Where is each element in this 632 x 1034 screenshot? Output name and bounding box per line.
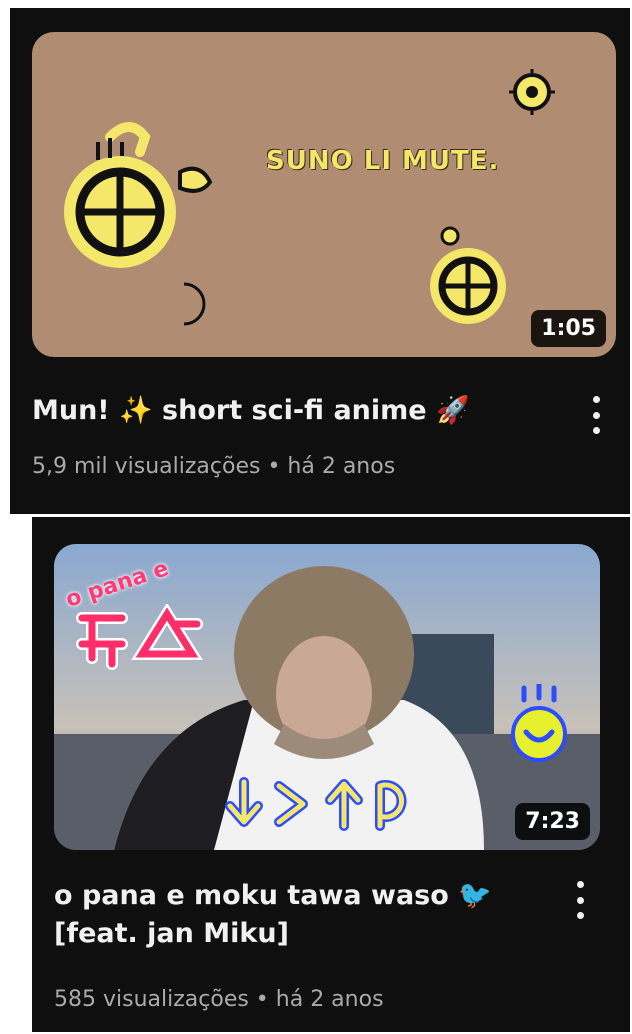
video-title[interactable]: o pana e moku tawa waso 🐦 [feat. jan Mik… (54, 877, 544, 953)
video-duration-badge: 7:23 (515, 803, 590, 840)
moon-icon (183, 282, 206, 326)
sitelen-glyph-arrows-icon (225, 777, 407, 831)
video-meta: 585 visualizações • há 2 anos (54, 987, 384, 1012)
sitelen-glyph-red-icon (76, 604, 203, 670)
video-thumbnail[interactable]: SUNO LI MUTE. 1:05 (32, 32, 616, 357)
sitelen-glyph-sun-icon (64, 122, 213, 268)
smiley-icon (511, 684, 567, 762)
video-card[interactable]: o pana e 7:23 o pana e moku tawa waso 🐦 … (32, 517, 630, 1032)
more-vert-icon[interactable] (568, 877, 592, 923)
video-thumbnail[interactable]: o pana e 7:23 (54, 544, 600, 850)
video-duration-badge: 1:05 (531, 310, 606, 347)
video-title[interactable]: Mun! ✨ short sci-fi anime 🚀 (32, 392, 552, 430)
sitelen-glyph-small-icon (430, 226, 506, 324)
target-icon (509, 69, 555, 115)
more-vert-icon[interactable] (584, 392, 608, 438)
thumbnail-caption: SUNO LI MUTE. (266, 146, 500, 176)
video-meta: 5,9 mil visualizações • há 2 anos (32, 454, 396, 479)
video-card[interactable]: SUNO LI MUTE. 1:05 Mun! ✨ short sci-fi a… (10, 8, 630, 514)
